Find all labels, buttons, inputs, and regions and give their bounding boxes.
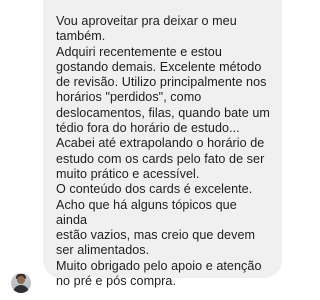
avatar-shoulders	[13, 285, 29, 293]
avatar-head	[17, 276, 25, 284]
message-text: Vou aproveitar pra deixar o meu também. …	[56, 14, 270, 289]
chat-area: Vou aproveitar pra deixar o meu também. …	[0, 0, 300, 300]
message-bubble[interactable]: Vou aproveitar pra deixar o meu também. …	[43, 0, 282, 288]
avatar[interactable]	[11, 273, 31, 293]
